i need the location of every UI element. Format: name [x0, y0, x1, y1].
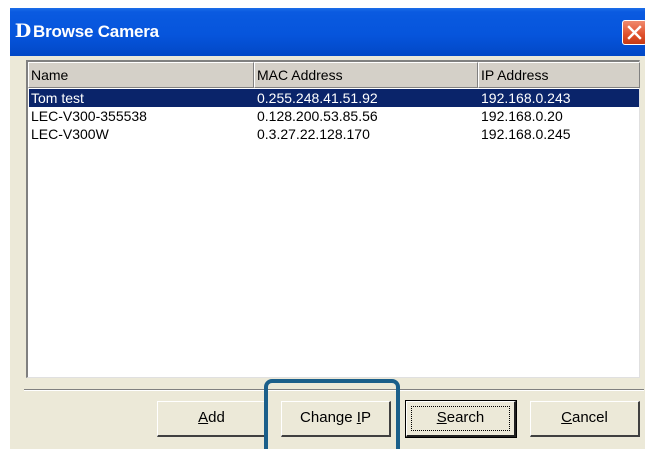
focus-ring	[411, 406, 510, 431]
dlink-logo-icon: D	[14, 20, 32, 42]
column-header-mac[interactable]: MAC Address	[254, 62, 478, 88]
search-button[interactable]: Search	[405, 400, 517, 438]
cell-name: LEC-V300-355538	[31, 108, 147, 124]
cancel-button[interactable]: Cancel	[530, 401, 640, 437]
table-row[interactable]: Tom test 0.255.248.41.51.92 192.168.0.24…	[29, 89, 639, 107]
cell-mac: 0.128.200.53.85.56	[257, 108, 378, 124]
cell-ip: 192.168.0.245	[481, 126, 571, 142]
window-title: Browse Camera	[33, 22, 159, 41]
table-row[interactable]: LEC-V300W 0.3.27.22.128.170 192.168.0.24…	[29, 125, 639, 143]
column-header-ip[interactable]: IP Address	[478, 62, 640, 88]
cell-name: Tom test	[31, 90, 84, 106]
cell-name: LEC-V300W	[31, 126, 109, 142]
title-bar[interactable]: D Browse Camera	[10, 8, 645, 56]
close-button[interactable]	[622, 20, 645, 45]
highlight-frame	[264, 379, 400, 449]
column-header-name[interactable]: Name	[28, 62, 254, 88]
cell-mac: 0.255.248.41.51.92	[257, 90, 378, 106]
cell-mac: 0.3.27.22.128.170	[257, 126, 370, 142]
add-button[interactable]: Add	[157, 401, 267, 437]
close-icon	[627, 25, 642, 40]
camera-list[interactable]: Name MAC Address IP Address Tom test 0.2…	[26, 60, 640, 378]
table-row[interactable]: LEC-V300-355538 0.128.200.53.85.56 192.1…	[29, 107, 639, 125]
add-button-label: Add	[198, 409, 225, 426]
cancel-button-label: Cancel	[561, 409, 608, 426]
cell-ip: 192.168.0.20	[481, 108, 563, 124]
list-header: Name MAC Address IP Address	[28, 62, 640, 88]
cell-ip: 192.168.0.243	[481, 90, 571, 106]
